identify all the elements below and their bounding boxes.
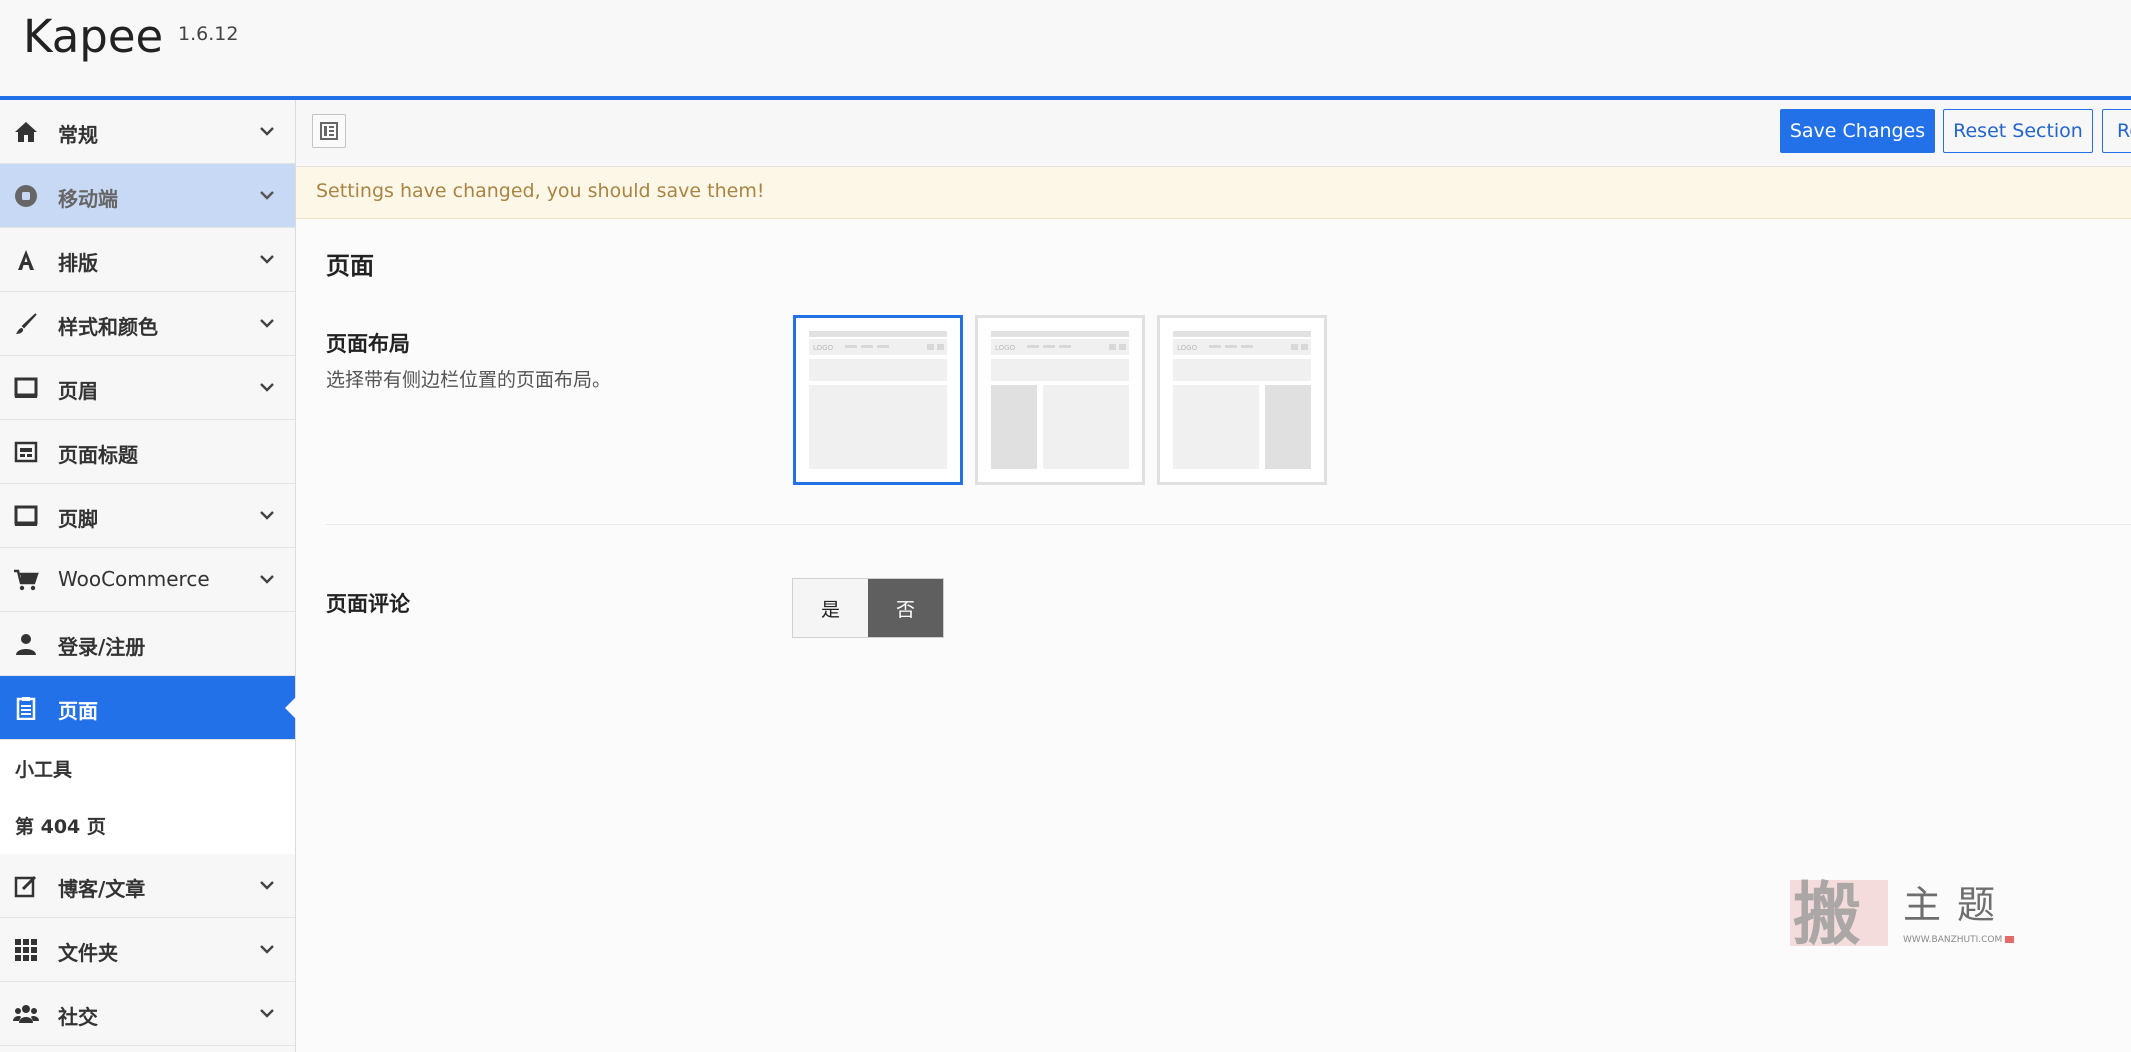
sidebar: 常规 移动端 排版 样式和颜色 页眉 页面标题 页脚 WooCommerce 登…	[0, 100, 296, 1052]
sidebar-item-label: 文件夹	[58, 941, 118, 965]
clipboard-icon	[12, 694, 39, 721]
sidebar-item-label: 页眉	[58, 379, 98, 403]
chevron-down-icon	[260, 127, 274, 136]
watermark-main-text: 主题	[1903, 883, 2011, 927]
expand-options-button[interactable]	[312, 114, 346, 148]
layout-option-left-sidebar[interactable]: LOGO	[975, 315, 1145, 485]
sidebar-item-style-colors[interactable]: 样式和颜色	[0, 292, 295, 356]
page-comments-toggle: 是 否	[792, 578, 944, 638]
sidebar-item-label: 页面	[58, 699, 98, 723]
field-divider	[326, 524, 2131, 525]
edit-icon	[12, 872, 39, 899]
sidebar-item-portfolio[interactable]: 文件夹	[0, 918, 295, 982]
user-icon	[12, 630, 39, 657]
sidebar-item-label: 排版	[58, 251, 98, 275]
header-icon	[12, 374, 39, 401]
sidebar-item-label: 页面标题	[58, 443, 138, 467]
sidebar-item-woocommerce[interactable]: WooCommerce	[0, 548, 295, 612]
sidebar-item-login-register[interactable]: 登录/注册	[0, 612, 295, 676]
chevron-down-icon	[260, 575, 274, 584]
sidebar-item-label: 登录/注册	[58, 635, 146, 659]
chevron-down-icon	[260, 191, 274, 200]
sidebar-item-page-title[interactable]: 页面标题	[0, 420, 295, 484]
app-version: 1.6.12	[178, 23, 239, 45]
cart-icon	[12, 566, 39, 593]
chevron-down-icon	[260, 511, 274, 520]
unsaved-changes-notice: Settings have changed, you should save t…	[296, 167, 2131, 219]
sidebar-item-label: 移动端	[58, 187, 118, 211]
typography-icon	[12, 246, 39, 273]
mobile-icon	[12, 182, 39, 209]
sidebar-item-label: 样式和颜色	[58, 315, 158, 339]
sidebar-item-social[interactable]: 社交	[0, 982, 295, 1046]
reset-section-button[interactable]: Reset Section	[1943, 109, 2093, 153]
chevron-down-icon	[260, 881, 274, 890]
sidebar-subitem-widgets[interactable]: 小工具	[0, 740, 295, 797]
top-header: Kapee 1.6.12	[0, 0, 2131, 100]
sidebar-subitem-404[interactable]: 第 404 页	[0, 797, 295, 854]
notice-text: Settings have changed, you should save t…	[316, 180, 765, 202]
toggle-yes-button[interactable]: 是	[793, 579, 868, 637]
section-title: 页面	[326, 252, 374, 280]
watermark-logo: 搬 主题 WWW.BANZHUTI.COM	[1493, 778, 2023, 955]
layout-option-right-sidebar[interactable]: LOGO	[1157, 315, 1327, 485]
sidebar-item-header[interactable]: 页眉	[0, 356, 295, 420]
layout-logo-text: LOGO	[995, 344, 1016, 352]
chevron-down-icon	[260, 319, 274, 328]
sidebar-item-label: 页脚	[58, 507, 98, 531]
chevron-down-icon	[260, 945, 274, 954]
grid-icon	[12, 936, 39, 963]
sidebar-subitems: 小工具 第 404 页	[0, 740, 295, 854]
sidebar-item-label: 常规	[58, 123, 98, 147]
sidebar-item-mobile[interactable]: 移动端	[0, 164, 295, 228]
app-title: Kapee	[23, 10, 164, 63]
sidebar-item-footer[interactable]: 页脚	[0, 484, 295, 548]
footer-icon	[12, 502, 39, 529]
brush-icon	[12, 310, 39, 337]
reset-all-button[interactable]: Re	[2102, 109, 2131, 153]
sidebar-item-label: 博客/文章	[58, 877, 146, 901]
panel-icon	[320, 122, 338, 140]
svg-text:搬: 搬	[1793, 875, 1861, 948]
chevron-down-icon	[260, 383, 274, 392]
sidebar-item-typography[interactable]: 排版	[0, 228, 295, 292]
sidebar-item-label: 社交	[58, 1005, 98, 1029]
layout-logo-text: LOGO	[1177, 344, 1198, 352]
watermark-graphic: 搬 主题 WWW.BANZHUTI.COM	[1790, 875, 2014, 955]
chevron-down-icon	[260, 1009, 274, 1018]
page-title-icon	[12, 438, 39, 465]
full-width-layout-icon: LOGO	[809, 331, 947, 469]
page-layout-description: 选择带有侧边栏位置的页面布局。	[326, 369, 612, 391]
save-changes-button[interactable]: Save Changes	[1780, 109, 1935, 153]
page-layout-title: 页面布局	[326, 332, 410, 356]
layout-option-full-width[interactable]: LOGO	[793, 315, 963, 485]
home-icon	[12, 118, 39, 145]
page-comments-title: 页面评论	[326, 592, 410, 616]
sidebar-item-pages[interactable]: 页面	[0, 676, 296, 740]
sidebar-item-blog[interactable]: 博客/文章	[0, 854, 295, 918]
left-sidebar-layout-icon: LOGO	[991, 331, 1129, 469]
layout-logo-text: LOGO	[813, 344, 834, 352]
sidebar-item-general[interactable]: 常规	[0, 100, 295, 164]
right-sidebar-layout-icon: LOGO	[1173, 331, 1311, 469]
sidebar-item-label: WooCommerce	[58, 567, 210, 591]
watermark-site-text: WWW.BANZHUTI.COM	[1903, 935, 2002, 945]
group-icon	[12, 1000, 39, 1027]
toggle-no-button[interactable]: 否	[868, 579, 943, 637]
chevron-down-icon	[260, 255, 274, 264]
toolbar: Save Changes Reset Section Re	[296, 100, 2131, 167]
